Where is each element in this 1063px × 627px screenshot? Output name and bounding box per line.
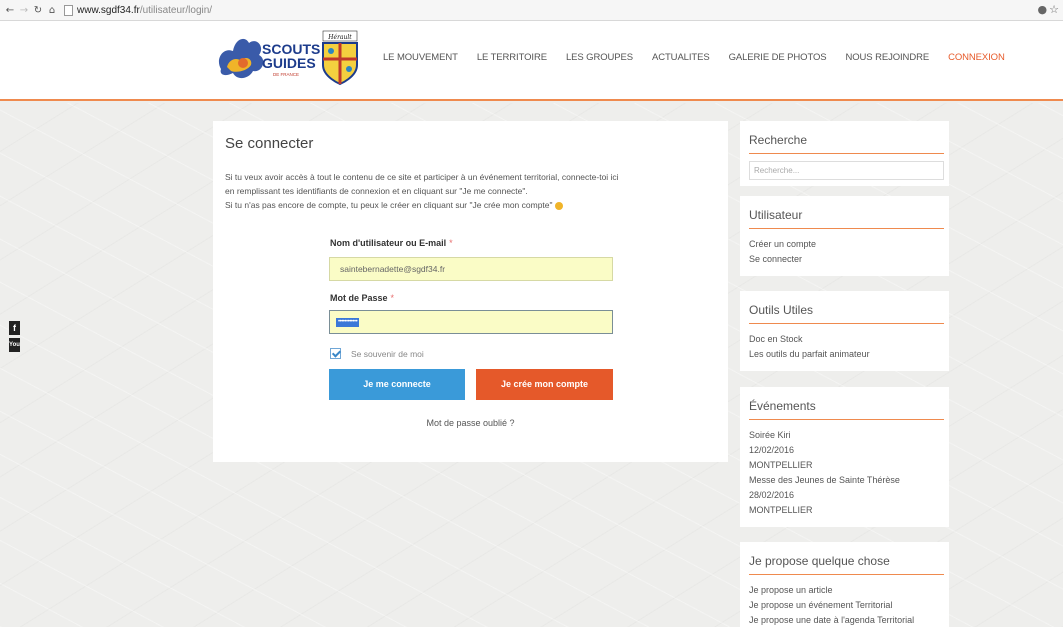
nav-le-mouvement[interactable]: LE MOUVEMENT — [383, 52, 458, 63]
nav-galerie-de-photos[interactable]: GALERIE DE PHOTOS — [729, 52, 827, 63]
extension-icon[interactable]: ● — [1038, 3, 1048, 16]
login-button[interactable]: Je me connecte — [329, 369, 465, 400]
username-label: Nom d'utilisateur ou E-mail * — [330, 238, 453, 248]
page-icon — [64, 4, 73, 16]
nav-nous-rejoindre[interactable]: NOUS REJOINDRE — [846, 52, 930, 63]
reload-icon[interactable]: ↻ — [32, 5, 44, 16]
username-label-text: Nom d'utilisateur ou E-mail — [330, 238, 447, 248]
back-arrow-icon[interactable]: ← — [4, 5, 16, 16]
event-date: 28/02/2016 — [749, 490, 795, 500]
password-value: •••••••••••• — [336, 318, 360, 328]
outils-animateur-link[interactable]: Les outils du parfait animateur — [749, 347, 940, 362]
login-intro: Si tu veux avoir accès à tout le contenu… — [225, 170, 720, 212]
forgot-password-link[interactable]: Mot de passe oublié ? — [213, 418, 728, 428]
nav-connexion[interactable]: CONNEXION — [948, 52, 1005, 63]
svg-text:Hérault: Hérault — [327, 34, 352, 41]
remember-label: Se souvenir de moi — [351, 348, 424, 359]
smiley-icon — [554, 201, 563, 210]
password-label: Mot de Passe * — [330, 293, 394, 303]
bookmark-star-icon[interactable]: ☆ — [1049, 3, 1059, 16]
remember-me[interactable]: Se souvenir de moi — [330, 348, 424, 359]
youtube-icon[interactable]: You — [9, 338, 20, 352]
tools-widget-title: Outils Utiles — [749, 303, 944, 324]
create-account-link[interactable]: Créer un compte — [749, 237, 940, 252]
event-title[interactable]: Messe des Jeunes de Sainte Thérèse — [749, 473, 940, 488]
search-widget-title: Recherche — [749, 133, 944, 154]
search-widget: Recherche Recherche... — [740, 121, 949, 186]
sign-in-link[interactable]: Se connecter — [749, 252, 940, 267]
nav-les-groupes[interactable]: LES GROUPES — [566, 52, 633, 63]
intro-line-3: Si tu n'as pas encore de compte, tu peux… — [225, 200, 553, 210]
events-widget: Événements Soirée Kiri 12/02/2016 MONTPE… — [740, 387, 949, 527]
search-input[interactable]: Recherche... — [749, 161, 944, 180]
site-logo[interactable]: SCOUTS GUIDES DE FRANCE Hérault — [213, 29, 363, 87]
facebook-icon[interactable]: f — [9, 321, 20, 335]
propose-widget: Je propose quelque chose Je propose un a… — [740, 542, 949, 627]
tools-widget: Outils Utiles Doc en Stock Les outils du… — [740, 291, 949, 371]
nav-actualites[interactable]: ACTUALITES — [652, 52, 710, 63]
intro-line-1: Si tu veux avoir accès à tout le contenu… — [225, 172, 619, 182]
user-widget-title: Utilisateur — [749, 208, 944, 229]
fleur-de-lis-icon — [218, 38, 264, 79]
propose-widget-title: Je propose quelque chose — [749, 554, 944, 575]
propose-article-link[interactable]: Je propose un article — [749, 583, 940, 598]
doc-en-stock-link[interactable]: Doc en Stock — [749, 332, 940, 347]
propose-date-link[interactable]: Je propose une date à l'agenda Territori… — [749, 613, 940, 627]
password-input[interactable]: •••••••••••• — [329, 310, 613, 334]
social-bar: f You — [9, 321, 20, 352]
event-date: 12/02/2016 — [749, 445, 795, 455]
propose-event-link[interactable]: Je propose un événement Territorial — [749, 598, 940, 613]
home-icon[interactable]: ⌂ — [46, 5, 58, 16]
intro-line-2: en remplissant tes identifiants de conne… — [225, 186, 528, 196]
main-nav: LE MOUVEMENT LE TERRITOIRE LES GROUPES A… — [383, 52, 1005, 63]
events-widget-title: Événements — [749, 399, 944, 420]
browser-toolbar: ← → ↻ ⌂ www.sgdf34.fr/utilisateur/login/… — [0, 0, 1063, 21]
event-location: MONTPELLIER — [749, 505, 813, 515]
required-mark: * — [390, 293, 395, 303]
remember-checkbox[interactable] — [330, 348, 341, 359]
forward-arrow-icon[interactable]: → — [18, 5, 30, 16]
address-bar[interactable]: www.sgdf34.fr/utilisateur/login/ — [64, 3, 1063, 18]
page-title: Se connecter — [225, 135, 314, 152]
herault-shield-icon: Hérault — [322, 30, 358, 86]
username-input[interactable]: saintebernadette@sgdf34.fr — [329, 257, 613, 281]
site-header: SCOUTS GUIDES DE FRANCE Hérault LE MOUVE… — [0, 21, 1063, 101]
user-widget: Utilisateur Créer un compte Se connecter — [740, 196, 949, 276]
login-panel: Se connecter Si tu veux avoir accès à to… — [213, 121, 728, 462]
event-title[interactable]: Soirée Kiri — [749, 428, 940, 443]
logo-text-guides: GUIDES — [262, 55, 316, 71]
required-mark: * — [449, 238, 453, 248]
event-location: MONTPELLIER — [749, 460, 813, 470]
nav-le-territoire[interactable]: LE TERRITOIRE — [477, 52, 547, 63]
url-path: /utilisateur/login/ — [139, 4, 213, 16]
create-account-button[interactable]: Je crée mon compte — [476, 369, 613, 400]
logo-text-france: DE FRANCE — [273, 72, 299, 77]
password-label-text: Mot de Passe — [330, 293, 388, 303]
url-host: www.sgdf34.fr — [77, 4, 140, 16]
